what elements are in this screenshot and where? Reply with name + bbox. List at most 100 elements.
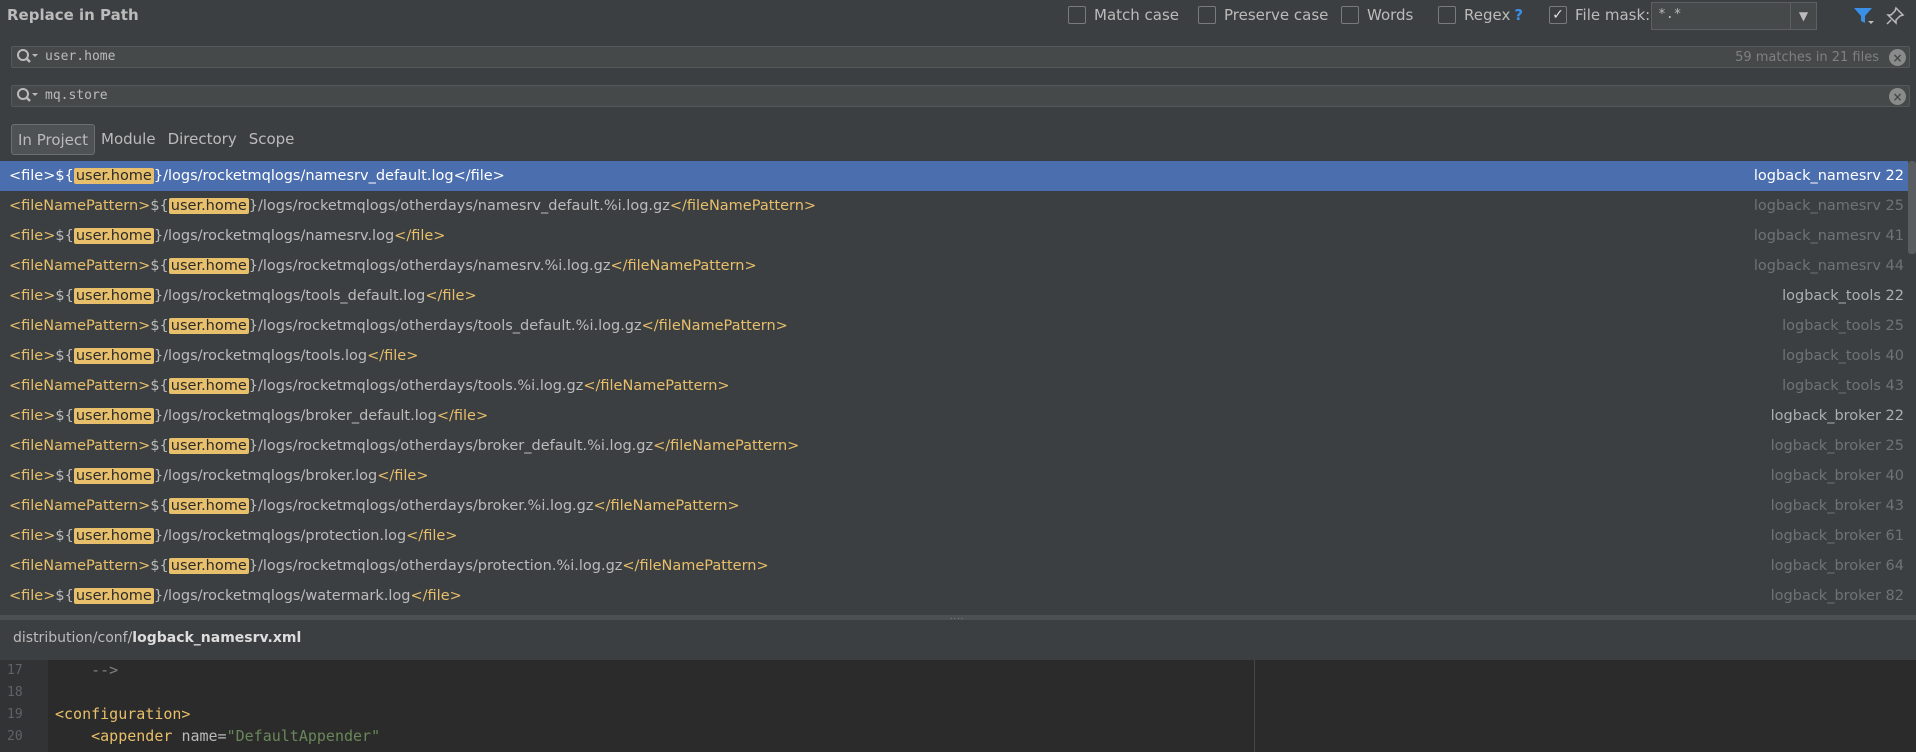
result-match: user.home: [73, 528, 154, 544]
result-text: <file>${user.home}/logs/rocketmqlogs/pro…: [9, 521, 457, 551]
result-close-tag: </file>: [406, 528, 458, 544]
result-text: <fileNamePattern>${user.home}/logs/rocke…: [9, 551, 769, 581]
results-scrollbar[interactable]: [1908, 161, 1916, 254]
result-row[interactable]: <fileNamePattern>${user.home}/logs/rocke…: [0, 191, 1908, 221]
preview-path-file: logback_namesrv.xml: [132, 630, 302, 646]
words-checkbox[interactable]: Words: [1341, 6, 1413, 24]
result-row[interactable]: <fileNamePattern>${user.home}/logs/rocke…: [0, 491, 1908, 521]
search-input[interactable]: user.home: [45, 49, 115, 64]
result-row[interactable]: <file>${user.home}/logs/rocketmqlogs/nam…: [0, 161, 1908, 191]
match-case-box[interactable]: [1068, 6, 1086, 24]
preserve-case-box[interactable]: [1198, 6, 1216, 24]
result-location: logback_tools 25: [1782, 318, 1904, 334]
result-text: <file>${user.home}/logs/rocketmqlogs/too…: [9, 341, 418, 371]
result-row[interactable]: <fileNamePattern>${user.home}/logs/rocke…: [0, 431, 1908, 461]
result-row[interactable]: <fileNamePattern>${user.home}/logs/rocke…: [0, 311, 1908, 341]
file-mask-checkbox[interactable]: ✓ File mask:: [1549, 6, 1650, 24]
result-row[interactable]: <file>${user.home}/logs/rocketmqlogs/bro…: [0, 401, 1908, 431]
result-open-tag: <file>: [9, 288, 56, 304]
replace-field[interactable]: mq.store ×: [11, 85, 1910, 107]
result-prefix: ${: [55, 468, 74, 484]
result-location: logback_namesrv 22: [1753, 168, 1904, 184]
result-prefix: ${: [55, 528, 74, 544]
result-rest: }/logs/rocketmqlogs/watermark.log: [153, 588, 411, 604]
replace-input[interactable]: mq.store: [45, 88, 108, 103]
result-row[interactable]: <fileNamePattern>${user.home}/logs/rocke…: [0, 551, 1908, 581]
file-mask-value[interactable]: *.*: [1658, 7, 1681, 22]
clear-search-icon[interactable]: ×: [1889, 49, 1906, 66]
result-prefix: ${: [55, 288, 74, 304]
result-prefix: ${: [150, 378, 169, 394]
search-history-icon[interactable]: [15, 48, 39, 66]
result-rest: }/logs/rocketmqlogs/namesrv_default.log: [153, 168, 454, 184]
filter-icon[interactable]: [1853, 6, 1875, 26]
preserve-case-checkbox[interactable]: Preserve case: [1198, 6, 1328, 24]
result-text: <file>${user.home}/logs/rocketmqlogs/bro…: [9, 401, 488, 431]
tab-scope[interactable]: Scope: [243, 124, 301, 155]
result-text: <fileNamePattern>${user.home}/logs/rocke…: [9, 251, 757, 281]
result-rest: }/logs/rocketmqlogs/otherdays/namesrv_de…: [248, 198, 670, 214]
file-mask-select[interactable]: *.* ▼: [1651, 2, 1817, 30]
result-open-tag: <fileNamePattern>: [9, 498, 151, 514]
preview-file-path: distribution/conf/logback_namesrv.xml: [13, 630, 301, 646]
result-row[interactable]: <file>${user.home}/logs/rocketmqlogs/wat…: [0, 581, 1908, 611]
result-match: user.home: [168, 198, 249, 214]
tab-in-project[interactable]: In Project: [11, 124, 96, 155]
result-row[interactable]: <file>${user.home}/logs/rocketmqlogs/nam…: [0, 221, 1908, 251]
result-close-tag: </file>: [453, 168, 505, 184]
result-row[interactable]: <fileNamePattern>${user.home}/logs/rocke…: [0, 251, 1908, 281]
result-rest: }/logs/rocketmqlogs/otherdays/namesrv.%i…: [248, 258, 611, 274]
result-text: <file>${user.home}/logs/rocketmqlogs/wat…: [9, 581, 462, 611]
result-rest: }/logs/rocketmqlogs/tools_default.log: [153, 288, 426, 304]
result-match: user.home: [168, 318, 249, 334]
result-close-tag: </fileNamePattern>: [653, 438, 800, 454]
result-row[interactable]: <file>${user.home}/logs/rocketmqlogs/too…: [0, 341, 1908, 371]
result-location: logback_broker 43: [1770, 498, 1904, 514]
result-row[interactable]: <file>${user.home}/logs/rocketmqlogs/pro…: [0, 521, 1908, 551]
result-match: user.home: [73, 228, 154, 244]
regex-box[interactable]: [1438, 6, 1456, 24]
words-box[interactable]: [1341, 6, 1359, 24]
result-location: logback_broker 25: [1770, 438, 1904, 454]
line-number: 20: [7, 729, 23, 744]
replace-history-icon[interactable]: [15, 87, 39, 105]
result-rest: }/logs/rocketmqlogs/namesrv.log: [153, 228, 395, 244]
result-row[interactable]: <file>${user.home}/logs/rocketmqlogs/bro…: [0, 461, 1908, 491]
result-open-tag: <fileNamePattern>: [9, 558, 151, 574]
result-match: user.home: [168, 378, 249, 394]
result-open-tag: <fileNamePattern>: [9, 318, 151, 334]
result-text: <fileNamePattern>${user.home}/logs/rocke…: [9, 191, 816, 221]
result-text: <file>${user.home}/logs/rocketmqlogs/bro…: [9, 461, 429, 491]
result-close-tag: </file>: [410, 588, 462, 604]
result-open-tag: <file>: [9, 348, 56, 364]
result-row[interactable]: <file>${user.home}/logs/rocketmqlogs/too…: [0, 281, 1908, 311]
regex-checkbox[interactable]: Regex ?: [1438, 6, 1523, 24]
chevron-down-icon[interactable]: ▼: [1790, 3, 1816, 29]
file-mask-box[interactable]: ✓: [1549, 6, 1567, 24]
match-case-checkbox[interactable]: Match case: [1068, 6, 1179, 24]
result-close-tag: </file>: [425, 288, 477, 304]
splitter-grip-icon[interactable]: ....: [950, 613, 968, 621]
result-open-tag: <fileNamePattern>: [9, 258, 151, 274]
result-prefix: ${: [150, 498, 169, 514]
code-token: -->: [55, 661, 119, 679]
search-field[interactable]: user.home 59 matches in 21 files ×: [11, 46, 1910, 68]
pin-icon[interactable]: [1885, 6, 1905, 26]
result-rest: }/logs/rocketmqlogs/otherdays/broker.%i.…: [248, 498, 594, 514]
result-close-tag: </fileNamePattern>: [593, 498, 740, 514]
result-rest: }/logs/rocketmqlogs/broker_default.log: [153, 408, 437, 424]
result-match: user.home: [73, 588, 154, 604]
line-gutter: 17 18 19 20: [0, 660, 48, 752]
tab-directory[interactable]: Directory: [162, 124, 243, 155]
result-close-tag: </fileNamePattern>: [641, 318, 788, 334]
line-number: 18: [7, 685, 23, 700]
tab-module[interactable]: Module: [95, 124, 162, 155]
result-location: logback_namesrv 44: [1753, 258, 1904, 274]
regex-help-icon[interactable]: ?: [1514, 6, 1523, 24]
result-location: logback_namesrv 25: [1753, 198, 1904, 214]
clear-replace-icon[interactable]: ×: [1889, 88, 1906, 105]
result-match: user.home: [168, 258, 249, 274]
result-row[interactable]: <fileNamePattern>${user.home}/logs/rocke…: [0, 371, 1908, 401]
code-line: <configuration>: [55, 705, 190, 723]
preview-editor[interactable]: 17 18 19 20 --> <configuration> <appender na…: [0, 660, 1916, 752]
